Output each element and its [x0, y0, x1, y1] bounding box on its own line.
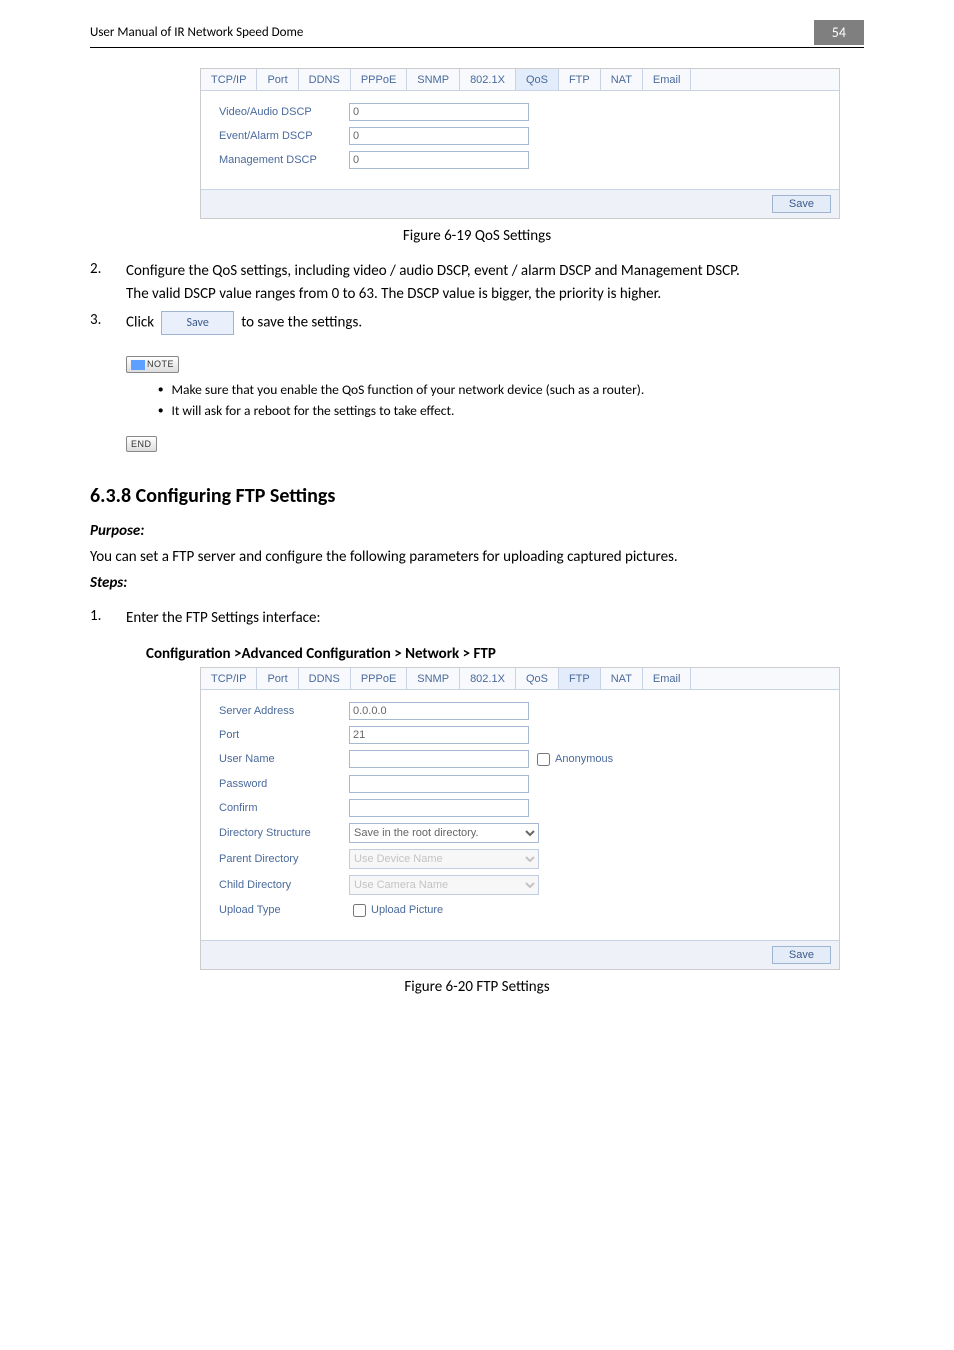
anonymous-checkbox[interactable] [537, 753, 550, 766]
step-1-number: 1. [90, 607, 126, 630]
directory-structure-select[interactable]: Save in the root directory. [349, 823, 539, 843]
ftp-tab-bar: TCP/IP Port DDNS PPPoE SNMP 802.1X QoS F… [201, 668, 839, 690]
video-dscp-input[interactable] [349, 103, 529, 121]
tab-port[interactable]: Port [257, 668, 298, 689]
tab-tcpip[interactable]: TCP/IP [201, 69, 257, 90]
tab-pppoe[interactable]: PPPoE [351, 668, 407, 689]
tab-email[interactable]: Email [643, 69, 692, 90]
book-icon [131, 360, 145, 370]
qos-settings-panel: TCP/IP Port DDNS PPPoE SNMP 802.1X QoS F… [200, 68, 840, 219]
step-2-number: 2. [90, 260, 126, 305]
ftp-settings-panel: TCP/IP Port DDNS PPPoE SNMP 802.1X QoS F… [200, 667, 840, 970]
tab-tcpip[interactable]: TCP/IP [201, 668, 257, 689]
ftp-port-input[interactable] [349, 726, 529, 744]
mgmt-dscp-label: Management DSCP [219, 154, 349, 166]
note-item-2: It will ask for a reboot for the setting… [158, 400, 864, 422]
tab-qos[interactable]: QoS [516, 69, 559, 90]
tab-email[interactable]: Email [643, 668, 692, 689]
end-icon: END [126, 436, 157, 452]
tab-8021x[interactable]: 802.1X [460, 668, 516, 689]
step-2-text-b: The valid DSCP value ranges from 0 to 63… [126, 283, 864, 306]
doc-title: User Manual of IR Network Speed Dome [90, 25, 303, 40]
step-3-post: to save the settings. [241, 314, 362, 332]
tab-ftp[interactable]: FTP [559, 668, 601, 689]
purpose-text: You can set a FTP server and configure t… [90, 546, 864, 569]
tab-pppoe[interactable]: PPPoE [351, 69, 407, 90]
page-header: User Manual of IR Network Speed Dome 54 [90, 20, 864, 48]
upload-type-label: Upload Type [219, 904, 349, 916]
video-dscp-label: Video/Audio DSCP [219, 106, 349, 118]
figure-caption-qos: Figure 6-19 QoS Settings [90, 227, 864, 245]
save-button[interactable]: Save [772, 195, 831, 213]
tab-qos[interactable]: QoS [516, 668, 559, 689]
tab-ddns[interactable]: DDNS [299, 69, 351, 90]
username-label: User Name [219, 753, 349, 765]
event-dscp-label: Event/Alarm DSCP [219, 130, 349, 142]
upload-picture-label: Upload Picture [371, 904, 443, 916]
step-1-text: Enter the FTP Settings interface: [126, 607, 864, 630]
tab-port[interactable]: Port [257, 69, 298, 90]
password-input[interactable] [349, 775, 529, 793]
password-label: Password [219, 778, 349, 790]
config-path: Configuration >Advanced Configuration > … [146, 645, 864, 663]
step-2-text-a: Configure the QoS settings, including vi… [126, 260, 864, 283]
server-address-input[interactable] [349, 702, 529, 720]
parent-directory-select: Use Device Name [349, 849, 539, 869]
directory-structure-label: Directory Structure [219, 827, 349, 839]
page-number: 54 [814, 20, 864, 45]
upload-picture-checkbox[interactable] [353, 904, 366, 917]
tab-ftp[interactable]: FTP [559, 69, 601, 90]
mgmt-dscp-input[interactable] [349, 151, 529, 169]
tab-snmp[interactable]: SNMP [407, 668, 460, 689]
child-directory-select: Use Camera Name [349, 875, 539, 895]
tab-ddns[interactable]: DDNS [299, 668, 351, 689]
steps-label: Steps: [90, 574, 864, 592]
figure-caption-ftp: Figure 6-20 FTP Settings [90, 978, 864, 996]
step-3-number: 3. [90, 311, 126, 335]
event-dscp-input[interactable] [349, 127, 529, 145]
qos-tab-bar: TCP/IP Port DDNS PPPoE SNMP 802.1X QoS F… [201, 69, 839, 91]
note-item-1: Make sure that you enable the QoS functi… [158, 379, 864, 401]
parent-directory-label: Parent Directory [219, 853, 349, 865]
inline-save-button[interactable]: Save [161, 311, 233, 335]
purpose-label: Purpose: [90, 522, 864, 540]
tab-snmp[interactable]: SNMP [407, 69, 460, 90]
save-button[interactable]: Save [772, 946, 831, 964]
child-directory-label: Child Directory [219, 879, 349, 891]
step-3-pre: Click [126, 314, 154, 332]
confirm-input[interactable] [349, 799, 529, 817]
anonymous-label: Anonymous [555, 753, 613, 765]
tab-nat[interactable]: NAT [601, 668, 643, 689]
server-address-label: Server Address [219, 705, 349, 717]
note-icon: NOTE [126, 356, 179, 373]
username-input[interactable] [349, 750, 529, 768]
section-heading: 6.3.8 Configuring FTP Settings [90, 484, 864, 508]
ftp-port-label: Port [219, 729, 349, 741]
tab-8021x[interactable]: 802.1X [460, 69, 516, 90]
confirm-label: Confirm [219, 802, 349, 814]
tab-nat[interactable]: NAT [601, 69, 643, 90]
